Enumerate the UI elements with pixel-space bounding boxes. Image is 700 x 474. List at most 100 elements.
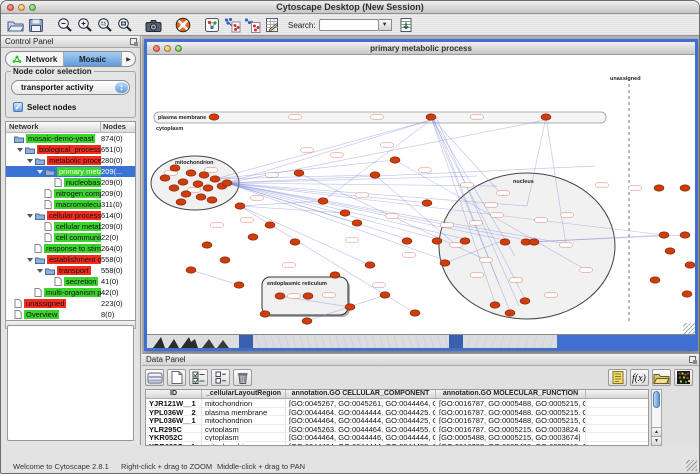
tree-item-transport[interactable]: transport558(0) (6, 265, 135, 276)
network-node[interactable] (365, 262, 375, 268)
network-node[interactable] (222, 180, 232, 186)
network-node[interactable] (654, 185, 664, 191)
network-node[interactable] (290, 239, 300, 245)
overview-icon[interactable] (202, 16, 221, 34)
network-node[interactable] (196, 194, 206, 200)
network-canvas[interactable]: plasma membranemitochondrionnucleusendop… (147, 56, 695, 334)
column-header[interactable]: annotation.GO CELLULAR_COMPONENT (286, 390, 436, 398)
edit-table-icon[interactable] (262, 16, 281, 34)
close-icon[interactable] (7, 4, 14, 11)
attribute-list-icon[interactable] (608, 369, 627, 386)
import-attributes-icon[interactable] (652, 369, 671, 386)
float-panel-icon[interactable] (130, 38, 137, 45)
zoom-out-icon[interactable] (55, 16, 74, 34)
network-node[interactable] (186, 267, 196, 273)
network-node[interactable] (340, 210, 350, 216)
tree-item-cellular-metabo[interactable]: cellular metabo209(0) (6, 221, 135, 232)
network-node[interactable] (370, 172, 380, 178)
window-titlebar[interactable]: Cytoscape Desktop (New Session) (1, 1, 699, 14)
frame-minimize-icon[interactable] (164, 45, 171, 52)
network-node[interactable] (426, 114, 436, 120)
scroll-down-icon[interactable]: ▼ (652, 436, 661, 445)
network-node[interactable] (210, 176, 220, 182)
disclosure-triangle-icon[interactable] (27, 214, 33, 218)
new-attribute-icon[interactable] (167, 369, 186, 386)
frame-zoom-icon[interactable] (175, 45, 182, 52)
unselect-attributes-icon[interactable] (211, 369, 230, 386)
network-node[interactable] (680, 232, 690, 238)
network-node[interactable] (685, 262, 695, 268)
network-node[interactable] (500, 239, 510, 245)
delete-attribute-icon[interactable] (233, 369, 252, 386)
network-node[interactable] (207, 197, 217, 203)
search-input[interactable] (319, 19, 379, 31)
birds-eye-view[interactable] (7, 325, 134, 441)
disclosure-triangle-icon[interactable] (17, 148, 23, 152)
network-node[interactable] (169, 185, 179, 191)
tree-item-establishment-of-lo[interactable]: establishment of lo558(0) (6, 254, 135, 265)
network-node[interactable] (186, 170, 196, 176)
network-node[interactable] (235, 203, 245, 209)
window-resize-grip[interactable] (686, 460, 697, 471)
network-node[interactable] (193, 181, 203, 187)
create-view-icon[interactable] (222, 16, 241, 34)
network-node[interactable] (330, 272, 340, 278)
scrollbar-thumb[interactable] (653, 391, 660, 408)
table-row[interactable]: YKR052Ccytoplasm[GO:0044464, GO:0044446,… (146, 433, 648, 442)
network-node[interactable] (352, 220, 362, 226)
scroll-up-icon[interactable]: ▲ (652, 427, 661, 436)
network-node[interactable] (160, 175, 170, 181)
float-panel-icon[interactable] (689, 356, 696, 363)
network-node[interactable] (220, 257, 230, 263)
network-node[interactable] (294, 170, 304, 176)
tree-item-overview[interactable]: Overview8(0) (6, 309, 135, 320)
network-node[interactable] (209, 114, 219, 120)
network-node[interactable] (650, 277, 660, 283)
tab-network[interactable]: Network (6, 52, 64, 66)
network-node[interactable] (178, 179, 188, 185)
network-node[interactable] (202, 242, 212, 248)
network-node[interactable] (318, 198, 328, 204)
tree-item-multi-organism-pro[interactable]: multi-organism pro42(0) (6, 287, 135, 298)
table-row[interactable]: YPL036W__2plasma membrane[GO:0044464, GO… (146, 408, 648, 417)
table-row[interactable]: YPL036W__1mitochondrion[GO:0044464, GO:0… (146, 416, 648, 425)
tree-item-mosaic-demo-yeast[interactable]: mosaic-demo-yeast874(0) (6, 133, 135, 144)
tree-item-biological-process[interactable]: biological_process651(0) (6, 144, 135, 155)
tree-item-nitrogen-compo[interactable]: nitrogen compo209(0) (6, 188, 135, 199)
network-node[interactable] (345, 304, 355, 310)
network-node[interactable] (275, 293, 285, 299)
node-color-dropdown[interactable]: transporter activity ▲▼ (11, 80, 130, 95)
network-node[interactable] (302, 318, 312, 324)
column-header[interactable]: _cellularLayoutRegion (202, 390, 286, 398)
zoom-in-icon[interactable] (75, 16, 94, 34)
table-row[interactable]: YJR121W__1mitochondrion[GO:0045267, GO:0… (146, 399, 648, 408)
network-node[interactable] (659, 232, 669, 238)
snapshot-icon[interactable] (144, 16, 163, 34)
select-attributes-icon[interactable] (189, 369, 208, 386)
network-node[interactable] (520, 298, 530, 304)
tree-item-response-to-stimulu[interactable]: response to stimulu264(0) (6, 243, 135, 254)
network-node[interactable] (460, 238, 470, 244)
tree-header[interactable]: Network Nodes (6, 122, 135, 133)
tab-mosaic[interactable]: Mosaic (64, 52, 122, 66)
destroy-view-icon[interactable] (242, 16, 261, 34)
disclosure-triangle-icon[interactable] (27, 258, 33, 262)
minimize-icon[interactable] (18, 4, 25, 11)
table-rows-icon[interactable] (145, 369, 164, 386)
tree-item-secretion[interactable]: secretion41(0) (6, 276, 135, 287)
zoom-window-icon[interactable] (29, 4, 36, 11)
network-frame[interactable]: primary metabolic process plasma membran… (144, 39, 698, 351)
disclosure-triangle-icon[interactable] (37, 170, 43, 174)
network-node[interactable] (265, 222, 275, 228)
tree-item-macromolecule[interactable]: macromolecule311(0) (6, 199, 135, 210)
network-node[interactable] (380, 292, 390, 298)
network-node[interactable] (402, 238, 412, 244)
tab-overflow-icon[interactable]: ▶ (122, 52, 135, 66)
table-row[interactable]: YLR295Ccytoplasm[GO:0045263, GO:0044464,… (146, 425, 648, 434)
tree-item-cell-communicat[interactable]: cell communicat22(0) (6, 232, 135, 243)
tree-item-metabolic-process[interactable]: metabolic process280(0) (6, 155, 135, 166)
tree-item-primary-metabo[interactable]: primary metabo209(... (6, 166, 135, 177)
open-file-icon[interactable] (6, 16, 25, 34)
table-vertical-scrollbar[interactable]: ▲ ▼ (651, 389, 662, 446)
network-node[interactable] (176, 199, 186, 205)
